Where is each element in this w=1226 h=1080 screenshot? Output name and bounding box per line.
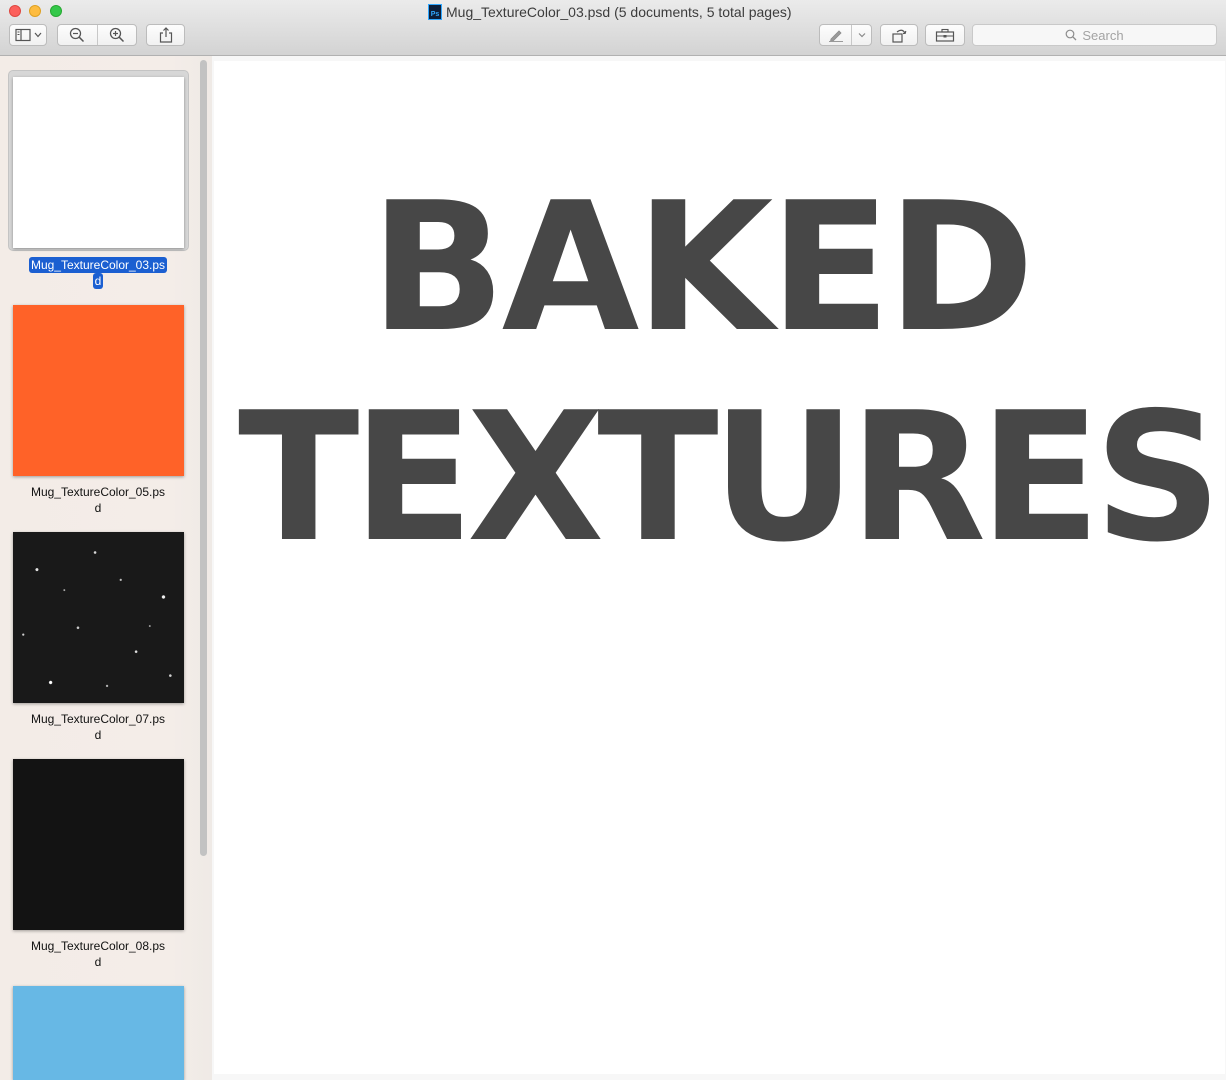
pen-icon: [828, 30, 843, 42]
thumbnail-image[interactable]: [13, 305, 184, 476]
caption-line-2: d: [94, 501, 102, 515]
document-heading-line-2: TEXTURES: [238, 374, 1222, 581]
rotate-icon: [892, 29, 907, 43]
thumbnail-caption: Mug_TextureColor_08.ps d: [0, 938, 196, 970]
markup-menu-button[interactable]: [852, 25, 871, 45]
window-title: Ps Mug_TextureColor_03.psd (5 documents,…: [428, 3, 792, 21]
zoom-in-button[interactable]: [97, 25, 136, 45]
photoshop-file-icon: Ps: [428, 4, 442, 20]
caption-line-1: Mug_TextureColor_07.ps: [30, 712, 166, 726]
chevron-down-icon: [858, 33, 866, 38]
document-page: BAKED TEXTURES: [214, 61, 1225, 1074]
caption-line-1: Mug_TextureColor_05.ps: [30, 485, 166, 499]
share-icon: [159, 27, 172, 43]
minimize-button[interactable]: [29, 5, 41, 17]
toolbox-icon: [935, 28, 955, 42]
document-view[interactable]: BAKED TEXTURES: [212, 56, 1226, 1080]
preview-window: Ps Mug_TextureColor_03.psd (5 documents,…: [0, 0, 1226, 1080]
caption-line-1: Mug_TextureColor_03.ps: [28, 257, 168, 273]
thumbnail-caption: Mug_TextureColor_05.ps d: [0, 484, 196, 516]
close-button[interactable]: [9, 5, 21, 17]
document-heading-line-1: BAKED: [370, 164, 1035, 371]
markup-control: [819, 24, 872, 46]
caption-line-2: d: [94, 728, 102, 742]
zoom-control: [57, 24, 137, 46]
zoom-in-icon: [109, 27, 124, 43]
thumbnail-image[interactable]: [13, 759, 184, 930]
search-field[interactable]: Search: [972, 24, 1217, 46]
thumbnail-image[interactable]: [13, 986, 184, 1080]
toolbox-button[interactable]: [925, 24, 965, 46]
thumbnail-caption: Mug_TextureColor_07.ps d: [0, 711, 196, 743]
title-toolbar: Ps Mug_TextureColor_03.psd (5 documents,…: [0, 0, 1226, 56]
thumbnail-caption: Mug_TextureColor_03.ps d: [0, 257, 196, 289]
maximize-button[interactable]: [50, 5, 62, 17]
caption-line-2: d: [94, 955, 102, 969]
thumbnail-image[interactable]: [13, 77, 184, 248]
caption-line-2: d: [92, 273, 104, 289]
zoom-out-button[interactable]: [58, 25, 97, 45]
search-placeholder: Search: [1082, 27, 1124, 43]
sidebar-view-button[interactable]: [9, 24, 47, 46]
scrollbar-thumb[interactable]: [200, 60, 207, 856]
rotate-button[interactable]: [880, 24, 918, 46]
sidebar-scrollbar[interactable]: [199, 60, 208, 1074]
thumbnail-sidebar[interactable]: Mug_TextureColor_03.ps d Mug_TextureColo…: [0, 56, 212, 1080]
markup-button[interactable]: [820, 25, 851, 45]
zoom-out-icon: [70, 27, 85, 43]
caption-line-1: Mug_TextureColor_08.ps: [30, 939, 166, 953]
sidebar-icon: [15, 28, 42, 42]
window-title-text: Mug_TextureColor_03.psd (5 documents, 5 …: [446, 4, 792, 20]
thumbnail-image[interactable]: [13, 532, 184, 703]
share-button[interactable]: [146, 24, 185, 46]
search-icon: [1065, 29, 1077, 41]
